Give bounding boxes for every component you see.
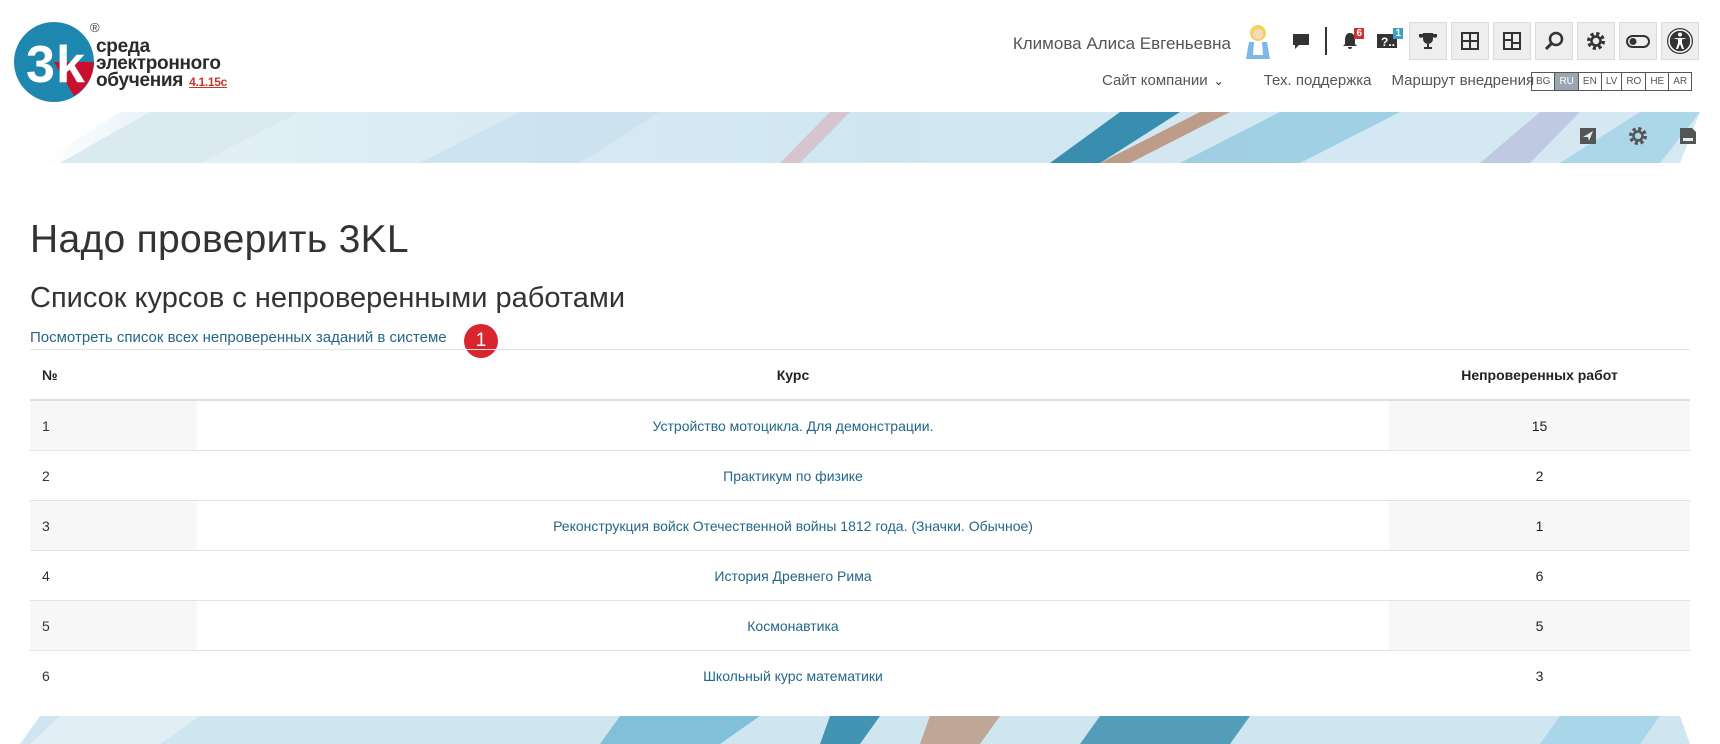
support-link[interactable]: Тех. поддержка: [1264, 72, 1372, 89]
row-count: 2: [1389, 450, 1690, 501]
all-unchecked-tasks-link[interactable]: Посмотреть список всех непроверенных зад…: [30, 329, 447, 346]
search-button[interactable]: [1535, 22, 1573, 60]
language-switcher: BG RU EN LV RO HE AR: [1531, 72, 1693, 91]
dashboard-button[interactable]: [1451, 22, 1489, 60]
messages-button[interactable]: [1282, 22, 1320, 60]
header-banner: [0, 112, 1700, 163]
settings-button[interactable]: [1577, 22, 1615, 60]
lang-en[interactable]: EN: [1579, 73, 1602, 90]
column-header-num: №: [30, 349, 197, 401]
svg-text:k: k: [56, 36, 85, 94]
row-course-cell: Космонавтика: [197, 600, 1389, 651]
send-icon: [1580, 128, 1596, 144]
achievements-button[interactable]: [1409, 22, 1447, 60]
courses-grid-icon: [1503, 32, 1521, 50]
user-avatar[interactable]: [1242, 22, 1274, 60]
version-link[interactable]: 4.1.15c: [189, 75, 227, 89]
row-count: 3: [1535, 667, 1544, 684]
toolbar-divider: [1325, 27, 1327, 55]
banner-toolbar: [1550, 124, 1700, 148]
table-row: 6 Школьный курс математики 3: [30, 651, 1690, 701]
gear-icon: [1629, 127, 1647, 145]
chat-icon: [1293, 34, 1309, 49]
company-site-menu[interactable]: Сайт компании ⌄: [1102, 72, 1244, 89]
logo-text-line-3-label: обучения: [96, 70, 184, 91]
avatar-icon: [1246, 25, 1270, 59]
toggle-icon: [1626, 35, 1650, 48]
questions-button[interactable]: ?.. 1: [1370, 22, 1408, 60]
table-header-row: № Курс Непроверенных работ: [30, 349, 1690, 401]
row-course-cell: Школьный курс математики: [197, 651, 1389, 701]
column-header-count: Непроверенных работ: [1389, 349, 1690, 401]
course-link[interactable]: Практикум по физике: [723, 468, 863, 484]
accessibility-icon: [1667, 28, 1693, 54]
footer-pattern-icon: [20, 716, 1690, 744]
header-toolbar: 6 ?.. 1: [1282, 22, 1703, 60]
save-button[interactable]: [1676, 124, 1700, 148]
lang-ru[interactable]: RU: [1555, 73, 1579, 90]
logo-mark-icon: 3 k: [14, 22, 94, 102]
row-course-cell: Реконструкция войск Отечественной войны …: [197, 500, 1389, 551]
search-icon: [1544, 31, 1564, 51]
logo[interactable]: 3 k ® среда электронного обучения 4.1.15c: [12, 18, 242, 106]
gear-icon: [1587, 32, 1605, 50]
user-name[interactable]: Климова Алиса Евгеньевна: [1013, 34, 1231, 54]
table-row: 1 Устройство мотоцикла. Для демонстрации…: [30, 400, 1690, 451]
lang-lv[interactable]: LV: [1602, 73, 1623, 90]
header-nav: Сайт компании ⌄ Тех. поддержка Маршрут вн…: [1102, 72, 1554, 89]
footer-banner: [0, 716, 1700, 744]
accessibility-button[interactable]: [1661, 22, 1699, 60]
lang-ar[interactable]: AR: [1669, 73, 1691, 90]
row-count: 5: [1389, 600, 1690, 651]
row-num: 6: [42, 667, 50, 684]
notifications-button[interactable]: 6: [1331, 22, 1369, 60]
logo-registered-mark: ®: [90, 20, 100, 35]
questions-badge: 1: [1393, 28, 1403, 39]
row-course-cell: История Древнего Рима: [197, 550, 1389, 601]
row-count: 1: [1389, 500, 1690, 551]
lang-bg[interactable]: BG: [1532, 73, 1556, 90]
route-link[interactable]: Маршрут внедрения: [1391, 72, 1534, 89]
course-link[interactable]: Устройство мотоцикла. Для демонстрации.: [653, 418, 934, 434]
row-course-cell: Устройство мотоцикла. Для демонстрации.: [197, 400, 1389, 451]
course-link[interactable]: Космонавтика: [747, 618, 838, 634]
table-row: 4 История Древнего Рима 6: [30, 550, 1690, 601]
course-link[interactable]: Школьный курс математики: [703, 668, 883, 684]
row-count: 6: [1389, 550, 1690, 601]
block-settings-button[interactable]: [1626, 124, 1650, 148]
table-row: 5 Космонавтика 5: [30, 600, 1690, 651]
logo-text: среда электронного обучения 4.1.15c: [96, 37, 227, 91]
row-course-cell: Практикум по физике: [197, 450, 1389, 501]
course-link[interactable]: Реконструкция войск Отечественной войны …: [553, 518, 1033, 534]
lang-he[interactable]: HE: [1646, 73, 1670, 90]
row-num: 2: [30, 450, 197, 501]
page-title: Надо проверить 3KL: [30, 218, 409, 261]
table-row: 3 Реконструкция войск Отечественной войн…: [30, 500, 1690, 551]
row-num: 3: [30, 500, 197, 551]
dashboard-icon: [1461, 32, 1479, 50]
row-num: 5: [30, 600, 197, 651]
theme-toggle-button[interactable]: [1619, 22, 1657, 60]
unchecked-courses-table: № Курс Непроверенных работ 1 Устройство …: [30, 349, 1690, 700]
company-site-label: Сайт компании: [1102, 72, 1208, 89]
trophy-icon: [1419, 33, 1437, 49]
section-title: Список курсов с непроверенными работами: [30, 282, 626, 314]
banner-pattern-icon: [40, 112, 1700, 163]
save-icon: [1680, 128, 1696, 144]
lang-ro[interactable]: RO: [1622, 73, 1647, 90]
course-link[interactable]: История Древнего Рима: [714, 568, 871, 584]
table-row: 2 Практикум по физике 2: [30, 450, 1690, 501]
send-button[interactable]: [1576, 124, 1600, 148]
row-count: 15: [1389, 400, 1690, 451]
row-num: 1: [30, 400, 197, 451]
column-header-course: Курс: [197, 349, 1389, 401]
notifications-badge: 6: [1354, 28, 1364, 39]
courses-button[interactable]: [1493, 22, 1531, 60]
logo-text-line-3: обучения 4.1.15c: [96, 70, 227, 91]
svg-text:3: 3: [26, 36, 55, 94]
chevron-down-icon: ⌄: [1213, 74, 1224, 88]
row-num: 4: [30, 550, 197, 601]
